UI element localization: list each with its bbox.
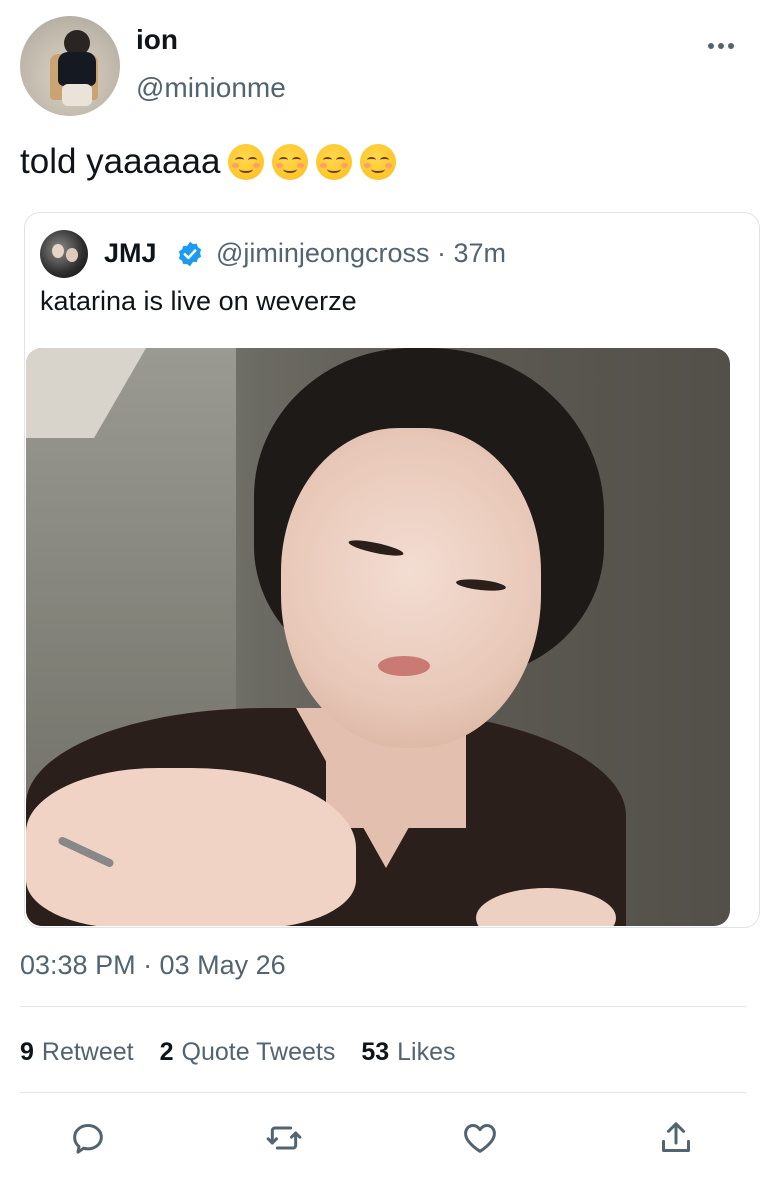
engagement-stats: 9 Retweet 2 Quote Tweets 53 Likes (20, 1038, 456, 1067)
tweet-text: told yaaaaaa (20, 142, 397, 182)
share-icon[interactable] (656, 1118, 696, 1158)
retweets-stat[interactable]: 9 Retweet (20, 1038, 134, 1067)
retweet-icon[interactable] (264, 1118, 304, 1158)
quoted-avatar[interactable] (40, 230, 88, 278)
reply-icon[interactable] (68, 1118, 108, 1158)
quoted-media-image[interactable] (26, 348, 730, 926)
avatar[interactable] (20, 16, 120, 116)
verified-badge-icon (176, 240, 204, 268)
more-options-icon[interactable] (708, 36, 740, 56)
smiling-face-icon (228, 144, 265, 180)
divider (20, 1006, 746, 1007)
likes-stat[interactable]: 53 Likes (361, 1038, 455, 1067)
divider (20, 1092, 746, 1093)
author-handle[interactable]: @minionme (136, 72, 286, 104)
author-name[interactable]: ion (136, 24, 178, 56)
smiling-face-icon (316, 144, 353, 180)
like-icon[interactable] (460, 1118, 500, 1158)
quoted-author-name[interactable]: JMJ (104, 238, 157, 269)
smiling-face-icon (360, 144, 397, 180)
quotes-stat[interactable]: 2 Quote Tweets (160, 1038, 336, 1067)
quoted-tweet-text: katarina is live on weverze (40, 286, 357, 316)
tweet-timestamp[interactable]: 03:38 PM · 03 May 26 (20, 950, 286, 981)
quoted-author-handle[interactable]: @jiminjeongcross · 37m (216, 238, 506, 269)
smiling-face-icon (272, 144, 309, 180)
tweet-body: told yaaaaaa (20, 142, 221, 181)
